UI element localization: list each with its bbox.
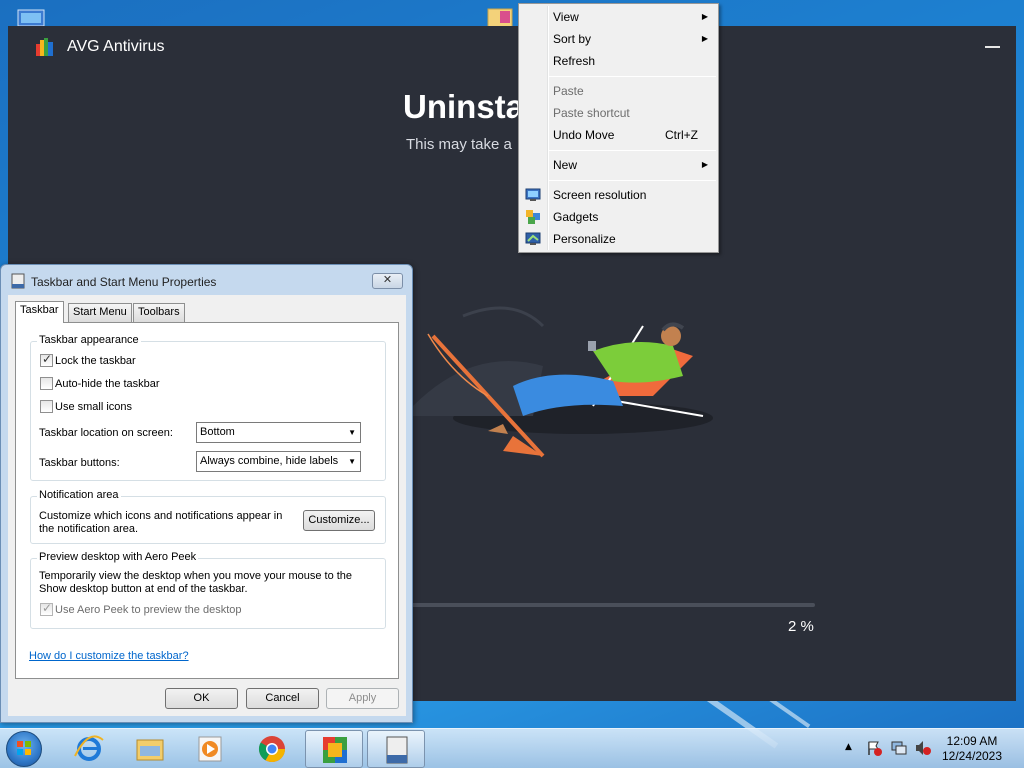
menu-item-new[interactable]: New ▶: [521, 154, 716, 176]
menu-item-personalize[interactable]: Personalize: [521, 228, 716, 250]
menu-item-label: Sort by: [553, 32, 592, 46]
taskbar-location-select[interactable]: Bottom ▼: [196, 422, 361, 443]
notification-area-group: Notification area Customize which icons …: [30, 489, 386, 544]
app-title: AVG Antivirus: [67, 38, 165, 55]
cancel-button[interactable]: Cancel: [246, 688, 319, 709]
uninstall-progress-bar: [403, 603, 815, 607]
taskbar-buttons-select[interactable]: Always combine, hide labels ▼: [196, 451, 361, 472]
dialog-titlebar[interactable]: Taskbar and Start Menu Properties ✕: [1, 265, 412, 295]
network-icon[interactable]: [891, 740, 907, 768]
relaxing-person-illustration: [413, 306, 713, 458]
taskbar-explorer-button[interactable]: [121, 730, 179, 768]
taskbar-location-label: Taskbar location on screen:: [39, 427, 173, 439]
chevron-down-icon: ▼: [348, 457, 356, 466]
taskbar-properties-button[interactable]: [367, 730, 425, 768]
taskbar-ie-button[interactable]: [60, 730, 118, 768]
ok-button[interactable]: OK: [165, 688, 238, 709]
menu-item-label: View: [553, 10, 579, 24]
media-player-icon: [198, 736, 222, 762]
monitor-icon: [525, 187, 541, 203]
apply-button: Apply: [326, 688, 399, 709]
taskbar-chrome-button[interactable]: [243, 730, 301, 768]
uninstall-subheading: This may take a: [406, 136, 512, 153]
menu-item-label: New: [553, 158, 578, 172]
taskbar-properties-icon: [10, 273, 26, 289]
menu-item-gadgets[interactable]: Gadgets: [521, 206, 716, 228]
avg-icon: [323, 737, 347, 763]
menu-item-screen-resolution[interactable]: Screen resolution: [521, 184, 716, 206]
tab-start-menu[interactable]: Start Menu: [68, 303, 132, 322]
lock-taskbar-checkbox[interactable]: [40, 352, 53, 367]
menu-item-label: Paste: [553, 84, 584, 98]
clock-date: 12/24/2023: [941, 749, 1003, 763]
tab-taskbar[interactable]: Taskbar: [15, 301, 64, 323]
taskbar-location-value: Bottom: [200, 426, 235, 438]
taskbar-properties-icon: [386, 736, 408, 764]
taskbar-properties-dialog: Taskbar and Start Menu Properties ✕ Task…: [0, 264, 413, 723]
menu-item-label: Screen resolution: [553, 188, 647, 202]
help-link[interactable]: How do I customize the taskbar?: [29, 650, 189, 662]
desktop-context-menu: View ▶ Sort by ▶ Refresh Paste Paste sho…: [518, 3, 719, 253]
menu-item-label: Undo Move: [553, 128, 615, 142]
aero-peek-label: Use Aero Peek to preview the desktop: [55, 604, 242, 616]
group-label: Preview desktop with Aero Peek: [37, 551, 199, 563]
minimize-button[interactable]: [984, 36, 1002, 54]
personalize-icon: [525, 231, 541, 247]
menu-item-sort-by[interactable]: Sort by ▶: [521, 28, 716, 50]
submenu-arrow-icon: ▶: [701, 160, 708, 169]
menu-item-view[interactable]: View ▶: [521, 6, 716, 28]
taskbar-tab-panel: Taskbar appearance Lock the taskbar Auto…: [15, 322, 399, 679]
customize-button[interactable]: Customize...: [303, 510, 375, 531]
progress-percent: 2 %: [788, 618, 814, 635]
system-clock[interactable]: 12:09 AM 12/24/2023: [930, 734, 1014, 764]
action-center-icon[interactable]: [866, 740, 882, 768]
menu-item-refresh[interactable]: Refresh: [521, 50, 716, 72]
small-icons-checkbox[interactable]: [40, 400, 53, 413]
windows-taskbar: ▲ 12:09 AM 12/24/2023: [0, 728, 1024, 768]
avg-logo-icon: [36, 38, 54, 56]
menu-item-undo-move[interactable]: Undo Move Ctrl+Z: [521, 124, 716, 146]
group-label: Taskbar appearance: [37, 334, 141, 346]
auto-hide-checkbox[interactable]: [40, 377, 53, 390]
clock-time: 12:09 AM: [946, 734, 998, 748]
menu-item-shortcut: Ctrl+Z: [665, 128, 698, 142]
menu-item-label: Paste shortcut: [553, 106, 630, 120]
taskbar-avg-button[interactable]: [305, 730, 363, 768]
taskbar-appearance-group: Taskbar appearance Lock the taskbar Auto…: [30, 334, 386, 481]
aero-peek-description: Temporarily view the desktop when you mo…: [39, 570, 353, 595]
submenu-arrow-icon: ▶: [701, 12, 708, 21]
dialog-title: Taskbar and Start Menu Properties: [31, 275, 217, 289]
show-hidden-icons-chevron[interactable]: ▲: [845, 742, 852, 768]
volume-muted-icon[interactable]: [915, 740, 931, 768]
group-label: Notification area: [37, 489, 121, 501]
menu-item-label: Personalize: [553, 232, 616, 246]
menu-separator: [549, 150, 716, 151]
chevron-down-icon: ▼: [348, 428, 356, 437]
start-orb-icon[interactable]: [6, 731, 42, 767]
chrome-icon: [258, 736, 286, 763]
close-button[interactable]: ✕: [372, 273, 403, 289]
taskbar-buttons-value: Always combine, hide labels: [200, 455, 339, 467]
notification-description: Customize which icons and notifications …: [39, 510, 283, 535]
taskbar-buttons-label: Taskbar buttons:: [39, 457, 120, 469]
tab-toolbars[interactable]: Toolbars: [133, 303, 185, 322]
file-explorer-icon: [136, 739, 164, 761]
menu-item-paste-shortcut: Paste shortcut: [521, 102, 716, 124]
small-icons-label: Use small icons: [55, 401, 133, 413]
taskbar-media-player-button[interactable]: [182, 730, 240, 768]
aero-peek-checkbox: [40, 601, 53, 616]
internet-explorer-icon: [74, 735, 104, 761]
auto-hide-label: Auto-hide the taskbar: [55, 378, 160, 390]
uninstall-heading: Uninsta: [403, 88, 525, 125]
menu-item-paste: Paste: [521, 80, 716, 102]
menu-item-label: Refresh: [553, 54, 596, 68]
submenu-arrow-icon: ▶: [701, 34, 708, 43]
menu-separator: [549, 180, 716, 181]
menu-item-label: Gadgets: [553, 210, 599, 224]
lock-taskbar-label: Lock the taskbar: [55, 355, 136, 367]
aero-peek-group: Preview desktop with Aero Peek Temporari…: [30, 551, 386, 629]
dialog-body: Taskbar Start Menu Toolbars Taskbar appe…: [8, 295, 406, 716]
menu-separator: [549, 76, 716, 77]
gadgets-icon: [525, 209, 541, 225]
